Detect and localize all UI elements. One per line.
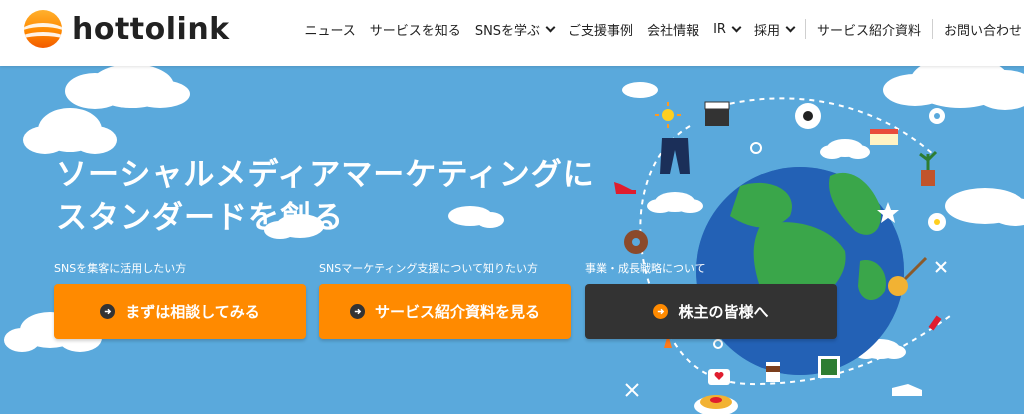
nav-label: ご支援事例: [568, 23, 634, 39]
nav-item-learn-sns[interactable]: SNSを学ぶ: [474, 20, 556, 39]
cloud-icon: [820, 139, 870, 159]
cloud-icon: [883, 66, 1024, 110]
coffee-cup-icon: [766, 362, 780, 382]
cloud-icon: [854, 339, 906, 359]
logo-mark-icon: [24, 10, 62, 48]
nav-item-contact[interactable]: お問い合わせ: [944, 20, 1022, 39]
headline-line: スタンダードを創る: [56, 200, 344, 236]
heart-message-icon: [708, 369, 730, 385]
chevron-down-icon: [785, 22, 796, 32]
nav-item-service-doc[interactable]: サービス紹介資料: [817, 20, 921, 39]
button-label: 株主の皆様へ: [678, 303, 769, 321]
consult-button[interactable]: まずは相談してみる: [54, 284, 306, 339]
cta-doc-group: SNSマーケティング支援について知りたい方 サービス紹介資料を見る: [319, 260, 571, 339]
nav-item-recruit[interactable]: 採用: [753, 20, 796, 39]
chevron-down-icon: [545, 22, 556, 32]
cloud-icon: [23, 108, 117, 154]
soccer-ball-icon: [795, 103, 821, 129]
flower-icon: [929, 108, 945, 124]
orbit-path: [639, 125, 951, 386]
trousers-icon: [660, 138, 690, 174]
orbit-path: [719, 97, 936, 157]
cloud-icon: [622, 82, 658, 98]
nav-item-ir[interactable]: IR: [713, 21, 742, 37]
nav-item-news[interactable]: ニュース: [304, 20, 355, 39]
nav-divider: [804, 19, 806, 39]
nav-divider: [931, 19, 933, 39]
arrow-right-icon: [653, 304, 669, 319]
cta-label: SNSを集客に活用したい方: [54, 262, 187, 275]
cta-label: 事業・成長戦略について: [585, 262, 706, 275]
lipstick-icon: [928, 315, 942, 331]
cloud-icon: [945, 188, 1024, 226]
clapperboard-icon: [704, 101, 730, 126]
hero-illustration: [4, 66, 1024, 414]
arrow-right-icon: [100, 304, 116, 319]
nav-label: IR: [713, 21, 726, 37]
plant-icon: [919, 150, 938, 186]
nav-label: ニュース: [304, 23, 356, 39]
button-label: まずは相談してみる: [125, 303, 260, 321]
cta-ir-group: 事業・成長戦略について 株主の皆様へ: [585, 260, 837, 339]
logo[interactable]: hottolink: [24, 10, 230, 48]
sun-icon: [655, 102, 681, 128]
cloud-icon: [647, 192, 703, 213]
cloud-icon: [65, 66, 190, 109]
blossom-icon: [928, 213, 946, 231]
service-doc-button[interactable]: サービス紹介資料を見る: [319, 284, 571, 339]
nav-label: 採用: [753, 23, 780, 39]
shareholders-button[interactable]: 株主の皆様へ: [585, 284, 837, 339]
site-header: hottolink ニュース サービスを知る SNSを学ぶ ご支援事例 会社情報…: [0, 0, 1024, 66]
button-label: サービス紹介資料を見る: [374, 303, 540, 321]
high-heel-icon: [614, 182, 636, 194]
nav-item-company[interactable]: 会社情報: [647, 20, 699, 39]
logo-text: hottolink: [72, 11, 230, 47]
chevron-down-icon: [731, 22, 742, 32]
hero-section: ソーシャルメディアマーケティングに スタンダードを創る SNSを集客に活用したい…: [0, 66, 1024, 414]
photo-frame-icon: [818, 356, 840, 378]
guitar-icon: [888, 256, 928, 296]
cta-label: SNSマーケティング支援について知りたい方: [319, 262, 538, 275]
hero-headline: ソーシャルメディアマーケティングに スタンダードを創る: [56, 154, 595, 240]
nav-label: サービスを知る: [369, 23, 461, 39]
main-nav: ニュース サービスを知る SNSを学ぶ ご支援事例 会社情報 IR 採用 サービ…: [297, 0, 1024, 58]
nav-label: SNSを学ぶ: [474, 23, 541, 39]
cake-icon: [870, 129, 898, 145]
nav-item-cases[interactable]: ご支援事例: [568, 20, 633, 39]
nav-label: サービス紹介資料: [816, 23, 921, 39]
cta-consult-group: SNSを集客に活用したい方 まずは相談してみる: [54, 260, 306, 339]
star-icon: [877, 202, 899, 223]
arrow-right-icon: [349, 304, 365, 319]
nav-label: お問い合わせ: [943, 23, 1022, 39]
food-plate-icon: [694, 395, 738, 414]
sneaker-icon: [892, 384, 922, 396]
nav-label: 会社情報: [647, 23, 700, 39]
nav-item-services[interactable]: サービスを知る: [370, 20, 461, 39]
headline-line: ソーシャルメディアマーケティングに: [56, 157, 595, 193]
donut-icon: [624, 230, 648, 254]
